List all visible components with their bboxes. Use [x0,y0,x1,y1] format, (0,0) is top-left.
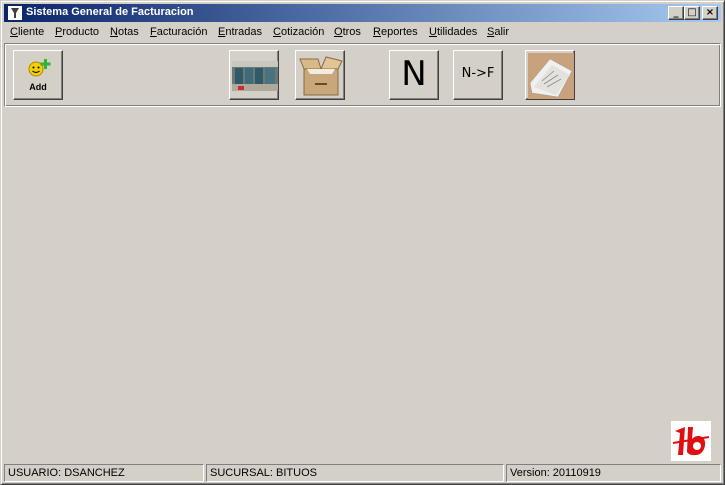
main-window: Sistema General de Facturacion _ □ × Cli… [0,0,725,485]
company-logo [671,421,711,461]
menu-producto[interactable]: Producto [55,26,99,38]
box-icon [299,56,343,96]
menu-bar: Cliente Producto Notas Facturación Entra… [4,24,721,42]
warehouse-icon [232,61,278,91]
n-to-f-button[interactable]: N->F [453,50,503,100]
status-version: Version: 20110919 [506,464,721,482]
menu-entradas[interactable]: Entradas [218,26,262,38]
add-button[interactable]: Add [13,50,63,100]
add-button-label: Add [29,82,47,92]
status-bar: USUARIO: DSANCHEZ SUCURSAL: BITUOS Versi… [4,464,721,482]
minimize-button[interactable]: _ [668,6,684,20]
window-title: Sistema General de Facturacion [26,6,194,18]
menu-cotizacion[interactable]: Cotización [273,26,324,38]
app-icon [8,6,22,20]
status-user: USUARIO: DSANCHEZ [4,464,204,482]
menu-reportes[interactable]: Reportes [373,26,418,38]
menu-otros[interactable]: Otros [334,26,361,38]
menu-salir[interactable]: Salir [487,26,509,38]
menu-cliente[interactable]: Cliente [10,26,44,38]
toolbar: Add N N->F [4,43,721,107]
n-to-f-icon: N->F [461,66,495,81]
maximize-button[interactable]: □ [684,6,700,20]
smiley-add-icon [28,59,51,77]
menu-notas[interactable]: Notas [110,26,139,38]
status-branch: SUCURSAL: BITUOS [206,464,504,482]
n-icon: N [401,54,427,94]
n-button[interactable]: N [389,50,439,100]
warehouse-button[interactable] [229,50,279,100]
close-button[interactable]: × [702,6,718,20]
box-button[interactable] [295,50,345,100]
title-bar[interactable]: Sistema General de Facturacion _ □ × [4,4,721,22]
document-icon [528,53,574,99]
document-button[interactable] [525,50,575,100]
menu-utilidades[interactable]: Utilidades [429,26,477,38]
menu-facturacion[interactable]: Facturación [150,26,208,38]
